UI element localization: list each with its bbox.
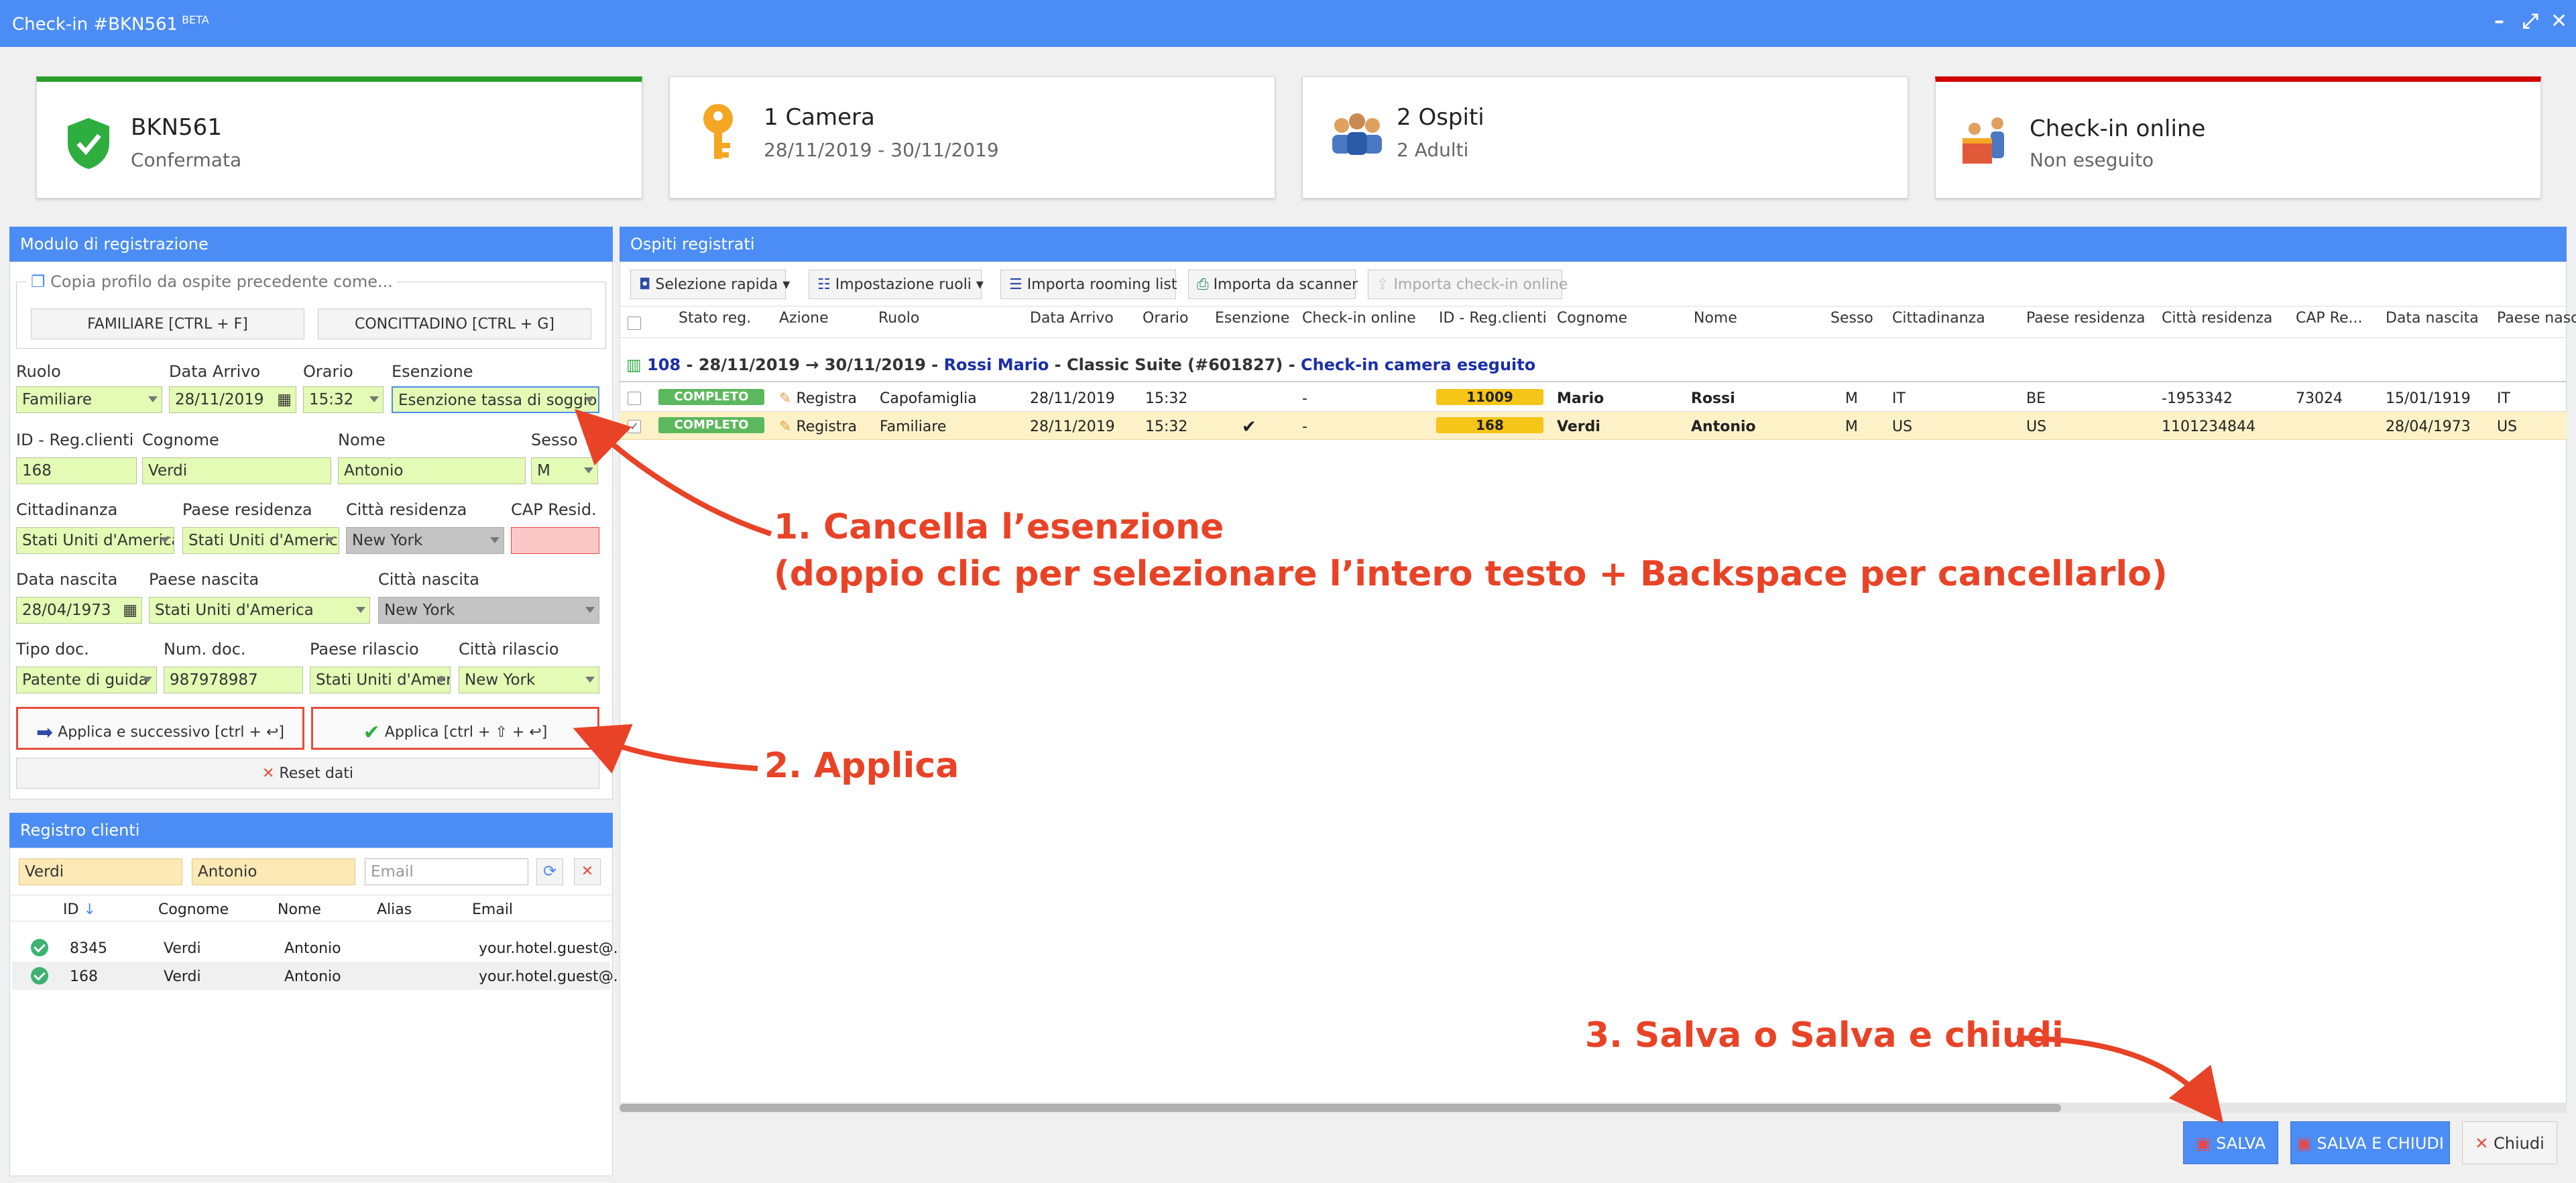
arrow-to-apply (573, 724, 758, 774)
annotation-step1-detail: (doppio clic per selezionare l’intero te… (774, 554, 2168, 594)
annotation-step1: 1. Cancella l’esenzione (774, 507, 1224, 547)
annotation-step2: 2. Applica (764, 746, 959, 786)
arrow-to-esenzione (574, 408, 772, 537)
annotation-step3: 3. Salva o Salva e chiudi (1585, 1015, 2064, 1056)
